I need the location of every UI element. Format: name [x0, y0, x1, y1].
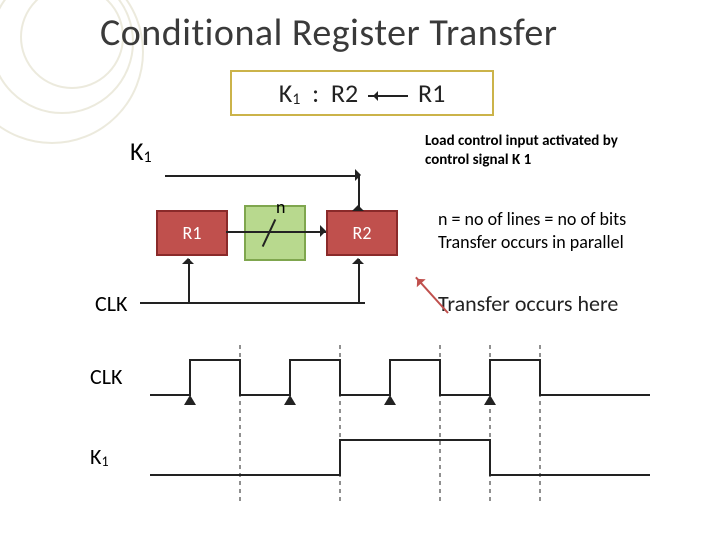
- load-control-caption: Load control input activated by control …: [425, 132, 695, 170]
- bus-width-n-label: n: [276, 196, 285, 218]
- k1-sub: 1: [144, 148, 152, 167]
- rtl-notation-box: K1 : R2 R1: [230, 70, 494, 116]
- register-r2: R2: [326, 210, 398, 256]
- left-arrow-icon: [368, 95, 408, 96]
- notation-k: K: [279, 77, 293, 109]
- k1-wire-horizontal: [165, 175, 355, 177]
- bus-caption-line1: n = no of lines = no of bits: [438, 208, 626, 230]
- clk-label-block: CLK: [95, 290, 127, 317]
- clk-to-r1-arrowhead-icon: [182, 252, 194, 264]
- clk-wire: [140, 302, 365, 304]
- timing-clk-label: CLK: [90, 363, 122, 390]
- register-r1: R1: [156, 210, 228, 256]
- timing-k1-letter: K: [90, 443, 101, 470]
- clk-to-r2-wire: [358, 259, 360, 302]
- load-caption-line2: control signal K 1: [425, 151, 531, 169]
- transfer-caption: Transfer occurs here: [438, 290, 618, 317]
- clk-to-r2-arrowhead-icon: [352, 252, 364, 264]
- timing-k1-label: K1: [90, 443, 109, 470]
- bus-width-box: [244, 205, 306, 261]
- k1-wire-arrowhead-icon: [355, 169, 367, 181]
- k1-signal-label: K1: [130, 135, 152, 167]
- notation-dest: R2: [331, 77, 358, 109]
- timing-waveforms-svg: [150, 345, 670, 505]
- slide-title: Conditional Register Transfer: [100, 10, 558, 56]
- load-caption-line1: Load control input activated by: [425, 132, 618, 150]
- k1-letter: K: [130, 135, 144, 167]
- bus-caption-line2: Transfer occurs in parallel: [438, 231, 624, 253]
- notation-k-sub: 1: [292, 90, 300, 109]
- k1-wire-into-r2-arrowhead-icon: [352, 199, 364, 211]
- timing-diagram: CLK K1: [90, 345, 680, 515]
- timing-k1-sub: 1: [101, 453, 108, 470]
- notation-src: R1: [418, 77, 445, 109]
- bus-caption: n = no of lines = no of bits Transfer oc…: [438, 208, 708, 255]
- notation-colon: :: [312, 77, 319, 109]
- data-bus-arrowhead-icon: [320, 225, 332, 237]
- data-bus-wire: [226, 231, 326, 233]
- clk-to-r1-wire: [188, 259, 190, 302]
